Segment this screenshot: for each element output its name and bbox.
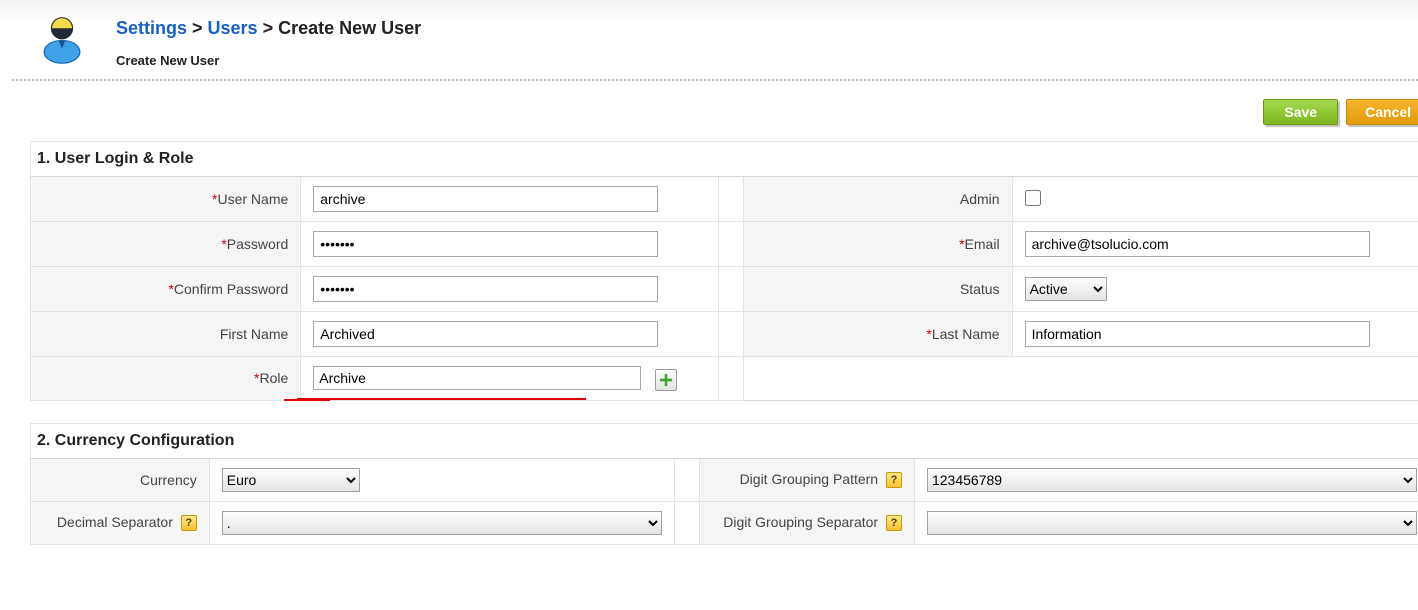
digit-grouping-separator-select[interactable] <box>927 511 1417 535</box>
digit-grouping-pattern-select[interactable]: 123456789 <box>927 468 1417 492</box>
help-icon[interactable]: ? <box>181 515 197 531</box>
label-password: *Password <box>31 222 301 267</box>
breadcrumb-settings[interactable]: Settings <box>116 18 187 38</box>
currency-config-table: 2. Currency Configuration Currency Euro … <box>30 423 1418 545</box>
password-field[interactable] <box>313 231 658 257</box>
add-role-button[interactable] <box>655 369 677 391</box>
status-select[interactable]: Active <box>1025 277 1107 301</box>
help-icon[interactable]: ? <box>886 515 902 531</box>
user-avatar-icon <box>36 12 88 64</box>
label-last-name: *Last Name <box>743 312 1012 357</box>
breadcrumb-users[interactable]: Users <box>208 18 258 38</box>
breadcrumb-current: Create New User <box>278 18 421 38</box>
plus-icon <box>659 373 673 387</box>
last-name-field[interactable] <box>1025 321 1370 347</box>
breadcrumb-sep: > <box>258 18 279 38</box>
save-button[interactable]: Save <box>1263 99 1338 125</box>
first-name-field[interactable] <box>313 321 658 347</box>
user-name-field[interactable] <box>313 186 658 212</box>
section-heading-currency: 2. Currency Configuration <box>31 423 1418 458</box>
cancel-button[interactable]: Cancel <box>1346 99 1418 125</box>
divider <box>12 79 1418 81</box>
role-field[interactable] <box>313 366 641 390</box>
label-user-name: *User Name <box>31 177 301 222</box>
decimal-separator-select[interactable]: . <box>222 511 662 535</box>
label-admin: Admin <box>743 177 1012 222</box>
label-email: *Email <box>743 222 1012 267</box>
label-first-name: First Name <box>31 312 301 357</box>
user-login-role-table: 1. User Login & Role *User Name Admin *P… <box>30 141 1418 401</box>
currency-select[interactable]: Euro <box>222 468 360 492</box>
label-role: *Role <box>31 357 301 401</box>
confirm-password-field[interactable] <box>313 276 658 302</box>
section-heading-login: 1. User Login & Role <box>31 142 1418 177</box>
email-field[interactable] <box>1025 231 1370 257</box>
label-digit-grouping-separator: Digit Grouping Separator ? <box>699 501 914 544</box>
label-decimal-separator: Decimal Separator ? <box>31 501 210 544</box>
label-currency: Currency <box>31 458 210 501</box>
breadcrumb: Settings > Users > Create New User <box>116 18 421 39</box>
breadcrumb-sep: > <box>187 18 208 38</box>
page-title: Create New User <box>116 53 421 68</box>
help-icon[interactable]: ? <box>886 472 902 488</box>
label-confirm-password: *Confirm Password <box>31 267 301 312</box>
label-status: Status <box>743 267 1012 312</box>
label-digit-grouping-pattern: Digit Grouping Pattern ? <box>699 458 914 501</box>
admin-checkbox[interactable] <box>1025 190 1041 206</box>
